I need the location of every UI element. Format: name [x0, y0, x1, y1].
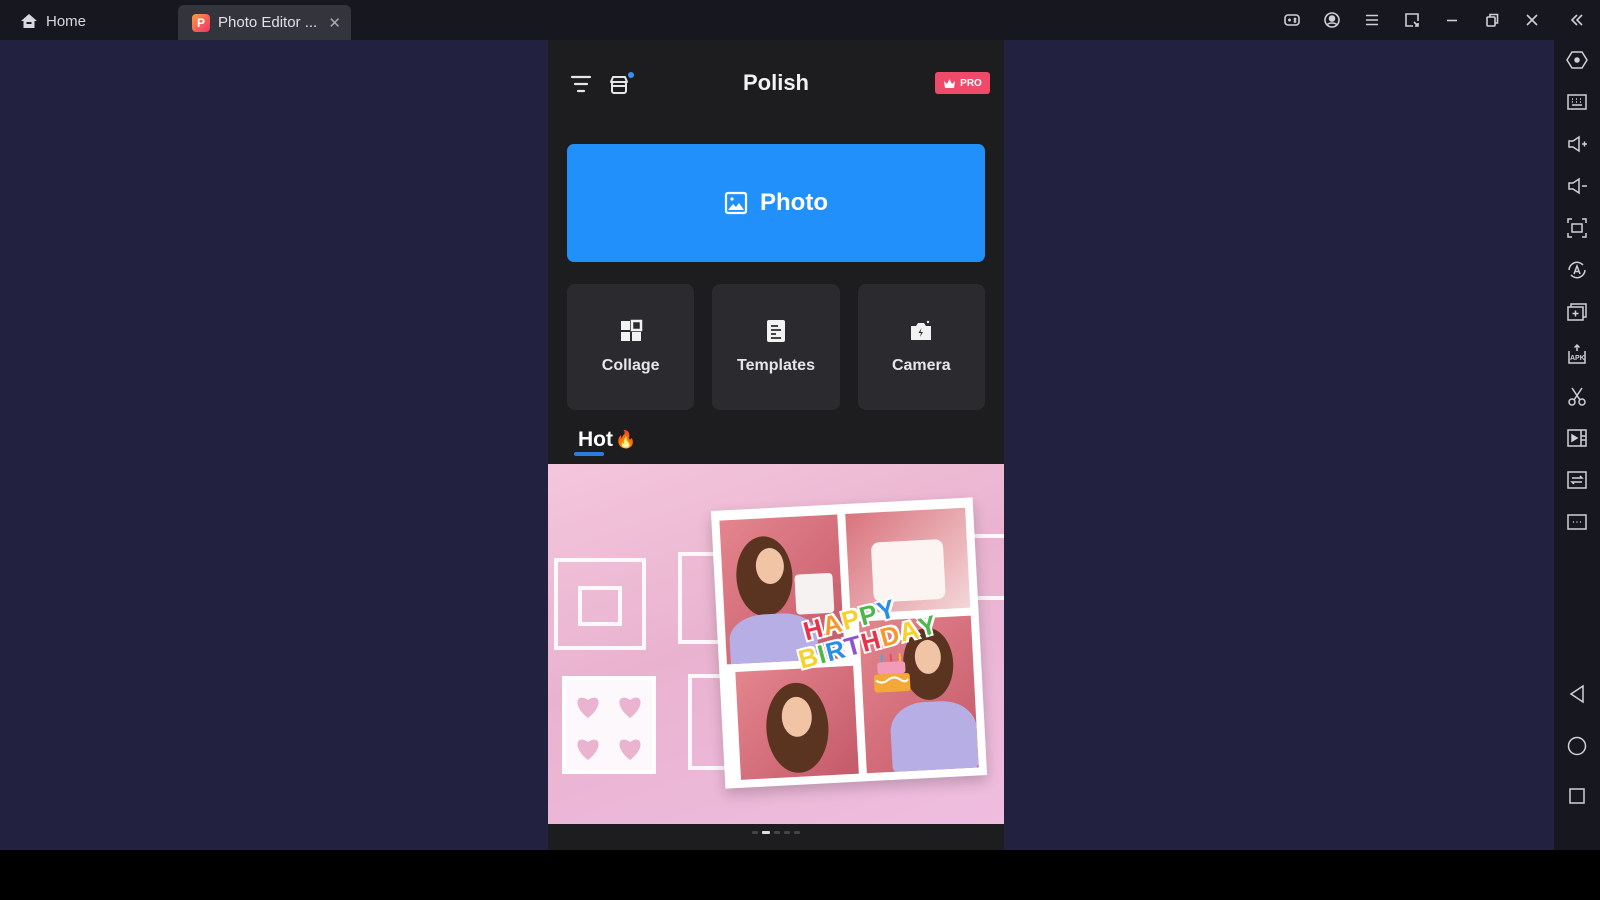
hot-section-title[interactable]: Hot 🔥 [578, 428, 636, 452]
home-circle-icon [1567, 736, 1587, 756]
sidebar-install-apk-button[interactable]: APK [1565, 342, 1589, 366]
collage-tile[interactable]: Collage [567, 284, 695, 410]
menu-button[interactable] [1360, 8, 1384, 32]
polish-app-icon: P [192, 13, 210, 32]
photo-button-label: Photo [760, 189, 828, 216]
fullscreen-icon [1567, 218, 1587, 238]
back-triangle-icon [1569, 684, 1584, 704]
app-screen: Polish PRO Photo Collage Templates Camer… [548, 40, 1004, 850]
hamburger-icon [1366, 14, 1378, 26]
title-bar: Home P Photo Editor ... ✕ [0, 0, 1600, 40]
collage-photo [735, 665, 859, 780]
user-circle-icon [1324, 12, 1340, 28]
collapse-sidebar-button[interactable] [1565, 8, 1589, 32]
sidebar-auto-rotate-button[interactable] [1565, 258, 1589, 282]
birthday-collage-card: HAPPY BIRTHDAY [710, 497, 988, 789]
templates-tile-label: Templates [737, 357, 815, 374]
feature-tiles: Collage Templates Camera [567, 284, 985, 410]
sync-icon [1567, 471, 1587, 489]
gamepad-icon [1284, 14, 1300, 26]
minimize-button[interactable] [1440, 8, 1464, 32]
nav-recents-button[interactable] [1565, 784, 1589, 808]
pager-dot[interactable] [794, 831, 800, 834]
sidebar-record-button[interactable] [1565, 426, 1589, 450]
hot-banner[interactable]: HAPPY BIRTHDAY [548, 464, 1004, 824]
templates-tile[interactable]: Templates [712, 284, 840, 410]
sidebar-more-button[interactable] [1565, 510, 1589, 534]
sidebar-sync-button[interactable] [1565, 468, 1589, 492]
image-icon [724, 191, 748, 215]
restore-icon [1486, 13, 1499, 27]
pro-badge-label: PRO [960, 77, 982, 89]
home-icon [21, 14, 37, 28]
hexagon-gear-icon [1566, 51, 1588, 69]
banner-pager [548, 831, 1004, 834]
pager-dot[interactable] [752, 831, 758, 834]
emulator-sidebar: APK [1554, 40, 1600, 850]
app-header: Polish PRO [548, 40, 1004, 130]
sidebar-multi-instance-button[interactable] [1565, 300, 1589, 324]
volume-down-icon [1568, 177, 1587, 195]
volume-up-icon [1568, 135, 1587, 153]
more-icon [1567, 514, 1587, 530]
scissors-icon [1568, 387, 1586, 406]
minimize-icon [1447, 19, 1457, 22]
sidebar-keyboard-button[interactable] [1565, 90, 1589, 114]
rotate-a-icon [1568, 261, 1586, 279]
keyboard-icon [1567, 94, 1587, 110]
collage-tile-label: Collage [601, 357, 660, 374]
restore-button[interactable] [1480, 8, 1504, 32]
close-icon [1526, 14, 1538, 26]
layout-frame-deco [578, 586, 622, 626]
apk-icon: APK [1568, 343, 1586, 364]
camera-tile-label: Camera [891, 357, 951, 374]
pager-dot[interactable] [784, 831, 790, 834]
heart-shapes-deco [577, 697, 641, 760]
window-resize-icon [1405, 13, 1419, 27]
tab-photo-editor[interactable]: P Photo Editor ... ✕ [178, 5, 351, 40]
sidebar-volume-up-button[interactable] [1565, 132, 1589, 156]
pager-dot[interactable] [774, 831, 780, 834]
resize-button[interactable] [1400, 8, 1424, 32]
tab-photo-editor-label: Photo Editor ... [218, 14, 318, 31]
pager-dot[interactable] [762, 831, 770, 834]
photo-button[interactable]: Photo [567, 144, 985, 262]
emulator-window: Home P Photo Editor ... ✕ APK Polish PRO… [0, 0, 1600, 850]
close-window-button[interactable] [1520, 8, 1544, 32]
camera-tile[interactable]: Camera [857, 284, 985, 410]
camera-icon [911, 320, 932, 340]
tab-close-icon[interactable]: ✕ [328, 14, 341, 32]
hot-label-text: Hot [578, 428, 613, 451]
gamepad-button[interactable] [1280, 8, 1304, 32]
pro-badge[interactable]: PRO [935, 72, 990, 94]
crown-icon [944, 78, 956, 88]
templates-icon [766, 320, 785, 342]
sidebar-fullscreen-button[interactable] [1565, 216, 1589, 240]
nav-back-button[interactable] [1565, 682, 1589, 706]
account-button[interactable] [1320, 8, 1344, 32]
svg-text:APK: APK [1570, 355, 1585, 362]
sidebar-screenshot-button[interactable] [1565, 384, 1589, 408]
tab-home-label: Home [46, 12, 87, 30]
hot-tab-indicator [574, 452, 604, 456]
tab-home[interactable]: Home [20, 8, 86, 34]
collage-grid-icon [620, 319, 642, 341]
recents-square-icon [1569, 788, 1585, 804]
sidebar-volume-down-button[interactable] [1565, 174, 1589, 198]
nav-home-button[interactable] [1565, 734, 1589, 758]
birthday-cake-icon [873, 653, 911, 693]
video-record-icon [1567, 429, 1587, 447]
fire-icon: 🔥 [615, 430, 637, 449]
add-window-icon [1567, 303, 1587, 321]
double-chevron-left-icon [1570, 14, 1583, 26]
sidebar-settings-button[interactable] [1565, 48, 1589, 72]
